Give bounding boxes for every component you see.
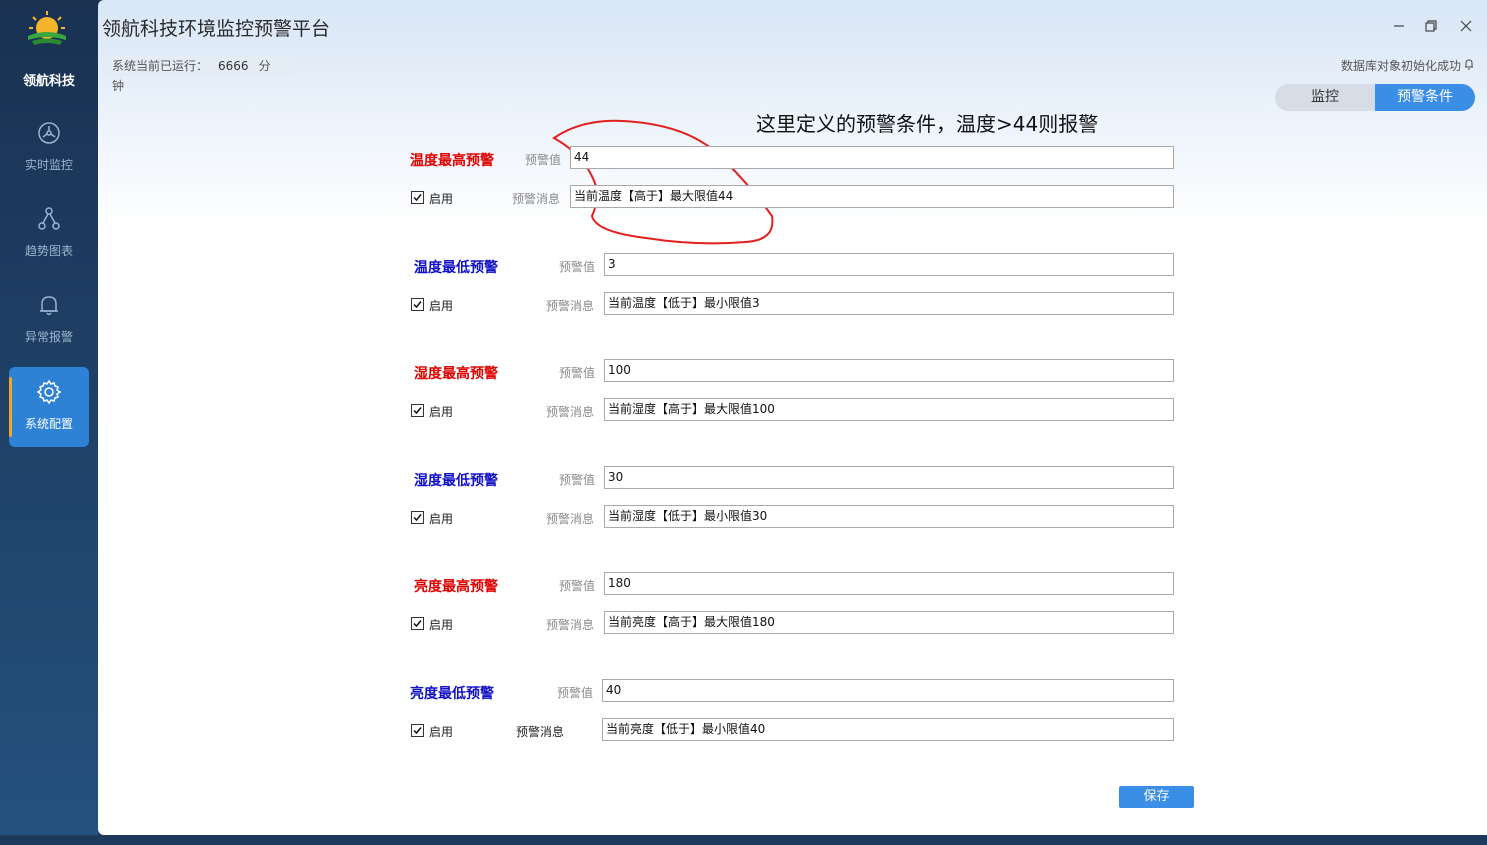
temp-high-message-input[interactable]: 当前温度【高于】最大限值44: [570, 185, 1174, 208]
brightness-low-value-input[interactable]: 40: [602, 679, 1174, 702]
brightness-low-title: 亮度最低预警: [410, 686, 494, 702]
annotation-text: 这里定义的预警条件，温度>44则报警: [756, 112, 1099, 136]
brightness-high-enable-label: 启用: [429, 618, 454, 632]
brightness-high-message-input[interactable]: 当前亮度【高于】最大限值180: [604, 611, 1174, 634]
minimize-button[interactable]: [1389, 16, 1409, 36]
temp-low-message-label: 预警消息: [546, 299, 595, 313]
dashboard-icon: [38, 122, 60, 144]
db-status-message: 数据库对象初始化成功: [1340, 59, 1461, 73]
main-panel: 领航科技环境监控预警平台 系统当前已运行： 6666 分钟 数据库对象初始化成功 监…: [98, 0, 1487, 835]
brightness-low-message-input[interactable]: 当前亮度【低于】最小限值40: [602, 718, 1174, 741]
humidity-low-message-label: 预警消息: [546, 512, 595, 526]
brightness-high-title: 亮度最高预警: [414, 579, 498, 595]
humidity-high-value-input[interactable]: 100: [604, 359, 1174, 382]
sidebar-item-label: 实时监控: [24, 158, 73, 172]
uptime-status: 系统当前已运行： 6666 分钟: [102, 56, 292, 93]
humidity-high-enable-checkbox[interactable]: [411, 404, 424, 417]
humidity-low-enable-checkbox[interactable]: [411, 511, 424, 524]
brightness-low-enable-checkbox[interactable]: [411, 724, 424, 737]
bell-icon: [40, 296, 58, 316]
humidity-low-enable-label: 启用: [429, 512, 454, 526]
brightness-high-value-input[interactable]: 180: [604, 572, 1174, 595]
temp-low-enable-label: 启用: [429, 299, 454, 313]
temp-low-value-input[interactable]: 3: [604, 253, 1174, 276]
network-icon: [38, 207, 60, 230]
gear-icon: [36, 379, 62, 405]
brand-name: 领航科技: [22, 74, 75, 89]
sidebar-item-trend-chart[interactable]: 趋势图表: [9, 194, 89, 274]
save-button[interactable]: 保存: [1119, 786, 1194, 808]
bell-icon: [1465, 59, 1473, 70]
temp-high-enable-checkbox[interactable]: [411, 191, 424, 204]
sidebar-item-alarms[interactable]: 异常报警: [9, 280, 89, 360]
uptime-value: 6666: [218, 59, 249, 73]
sidebar-item-label: 系统配置: [24, 417, 73, 431]
checkmark-icon: [413, 301, 422, 309]
humidity-high-value-label: 预警值: [559, 366, 596, 380]
sidebar-item-label: 趋势图表: [24, 244, 73, 258]
temp-high-enable-label: 启用: [429, 192, 454, 206]
brightness-high-message-label: 预警消息: [546, 618, 595, 632]
temp-high-message-label: 预警消息: [512, 192, 561, 206]
close-button[interactable]: [1456, 16, 1476, 36]
temp-high-title: 温度最高预警: [410, 153, 494, 169]
checkmark-icon: [413, 514, 422, 522]
sidebar-item-label: 异常报警: [24, 330, 73, 344]
checkmark-icon: [413, 727, 422, 735]
tab-monitor[interactable]: 监控: [1275, 84, 1375, 111]
minimize-icon: [1394, 25, 1404, 27]
humidity-low-value-label: 预警值: [559, 473, 596, 487]
annotation-circle: [552, 119, 774, 245]
brightness-low-enable-label: 启用: [429, 725, 454, 739]
sidebar: 领航科技 实时监控 趋势图表 异常报警 系统配置: [0, 0, 98, 845]
temp-high-value-input[interactable]: 44: [570, 146, 1174, 169]
brightness-high-value-label: 预警值: [559, 579, 596, 593]
humidity-high-enable-label: 启用: [429, 405, 454, 419]
temp-high-value-label: 预警值: [525, 153, 562, 167]
tab-alarm-conditions[interactable]: 预警条件: [1375, 84, 1475, 111]
bottom-bar: [0, 835, 1487, 845]
temp-low-value-label: 预警值: [559, 260, 596, 274]
close-icon: [1460, 20, 1472, 32]
humidity-high-message-label: 预警消息: [546, 405, 595, 419]
humidity-high-title: 湿度最高预警: [414, 366, 498, 382]
humidity-low-title: 湿度最低预警: [414, 473, 498, 489]
checkmark-icon: [413, 620, 422, 628]
brightness-low-message-label: 预警消息: [516, 725, 565, 739]
tab-bar: 监控 预警条件: [1275, 84, 1475, 111]
restore-button[interactable]: [1421, 16, 1441, 36]
humidity-low-value-input[interactable]: 30: [604, 466, 1174, 489]
sidebar-item-system-config[interactable]: 系统配置: [9, 367, 89, 447]
brightness-high-enable-checkbox[interactable]: [411, 617, 424, 630]
sidebar-item-realtime-monitor[interactable]: 实时监控: [9, 108, 89, 188]
humidity-high-message-input[interactable]: 当前湿度【高于】最大限值100: [604, 398, 1174, 421]
restore-icon: [1425, 20, 1437, 32]
checkmark-icon: [413, 407, 422, 415]
checkmark-icon: [413, 194, 422, 202]
uptime-label: 系统当前已运行：: [112, 59, 209, 73]
brightness-low-value-label: 预警值: [557, 686, 594, 700]
humidity-low-message-input[interactable]: 当前湿度【低于】最小限值30: [604, 505, 1174, 528]
window-title: 领航科技环境监控预警平台: [102, 18, 331, 40]
logo-icon: [28, 11, 66, 45]
temp-low-message-input[interactable]: 当前温度【低于】最小限值3: [604, 292, 1174, 315]
temp-low-enable-checkbox[interactable]: [411, 298, 424, 311]
temp-low-title: 温度最低预警: [414, 260, 498, 276]
